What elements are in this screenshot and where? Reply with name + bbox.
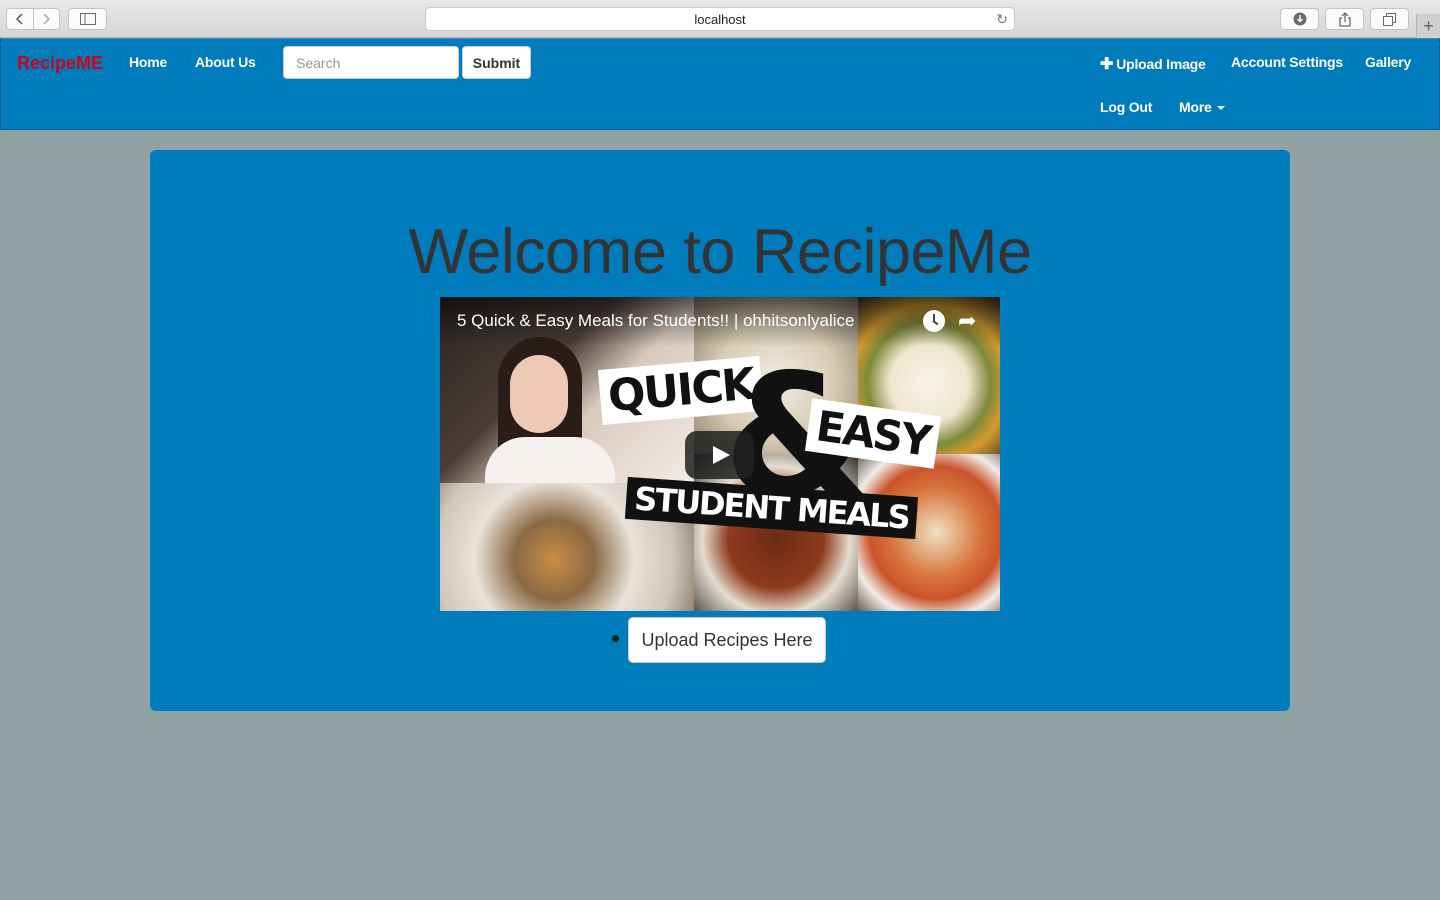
- share-icon[interactable]: ➦: [958, 308, 976, 334]
- share-button[interactable]: [1325, 8, 1364, 30]
- nav-about-us[interactable]: About Us: [195, 54, 256, 70]
- upload-recipes-button[interactable]: Upload Recipes Here: [628, 617, 826, 663]
- nav-log-out[interactable]: Log Out: [1100, 99, 1152, 115]
- video-title[interactable]: 5 Quick & Easy Meals for Students!! | oh…: [457, 311, 855, 331]
- tab-overview-button[interactable]: [1370, 8, 1409, 30]
- page-title: Welcome to RecipeMe: [408, 217, 1032, 287]
- back-icon[interactable]: [7, 9, 34, 29]
- nav-upload-image-label: Upload Image: [1116, 56, 1206, 72]
- nav-more-dropdown[interactable]: More: [1179, 99, 1225, 115]
- main-navbar: RecipeME Home About Us Submit ✚Upload Im…: [0, 38, 1440, 130]
- submit-button[interactable]: Submit: [462, 46, 531, 79]
- browser-toolbar: localhost ↻ +: [0, 0, 1440, 38]
- watch-later-icon[interactable]: [923, 310, 945, 332]
- search-input[interactable]: [283, 46, 459, 79]
- new-tab-icon[interactable]: +: [1416, 14, 1440, 38]
- tabs-icon: [1383, 12, 1396, 26]
- url-text: localhost: [694, 11, 746, 27]
- reload-icon[interactable]: ↻: [996, 11, 1008, 28]
- shirt-shape: [485, 437, 615, 487]
- youtube-video-embed[interactable]: 5 Quick & Easy Meals for Students!! | oh…: [440, 297, 1000, 611]
- caret-down-icon: [1216, 106, 1225, 111]
- forward-icon[interactable]: [34, 9, 60, 29]
- sidebar-icon: [79, 13, 96, 25]
- welcome-jumbotron: Welcome to RecipeMe 5 Quick & Easy Meals…: [150, 150, 1290, 711]
- nav-gallery[interactable]: Gallery: [1365, 54, 1411, 70]
- brand-logo[interactable]: RecipeME: [17, 53, 103, 74]
- face-shape: [510, 355, 568, 433]
- nav-account-settings[interactable]: Account Settings: [1231, 54, 1343, 70]
- download-icon: [1293, 12, 1306, 26]
- nav-home[interactable]: Home: [129, 54, 167, 70]
- address-bar[interactable]: localhost ↻: [425, 7, 1015, 31]
- history-nav: [6, 8, 60, 30]
- share-icon: [1338, 11, 1351, 27]
- list-bullet: [612, 635, 619, 642]
- sidebar-toggle-button[interactable]: [68, 8, 107, 30]
- nav-more-label: More: [1179, 99, 1212, 115]
- play-button-icon[interactable]: [685, 431, 754, 479]
- nav-upload-image[interactable]: ✚ Upload Image: [1100, 54, 1206, 74]
- plus-icon: ✚: [1100, 56, 1114, 73]
- downloads-button[interactable]: [1280, 8, 1319, 30]
